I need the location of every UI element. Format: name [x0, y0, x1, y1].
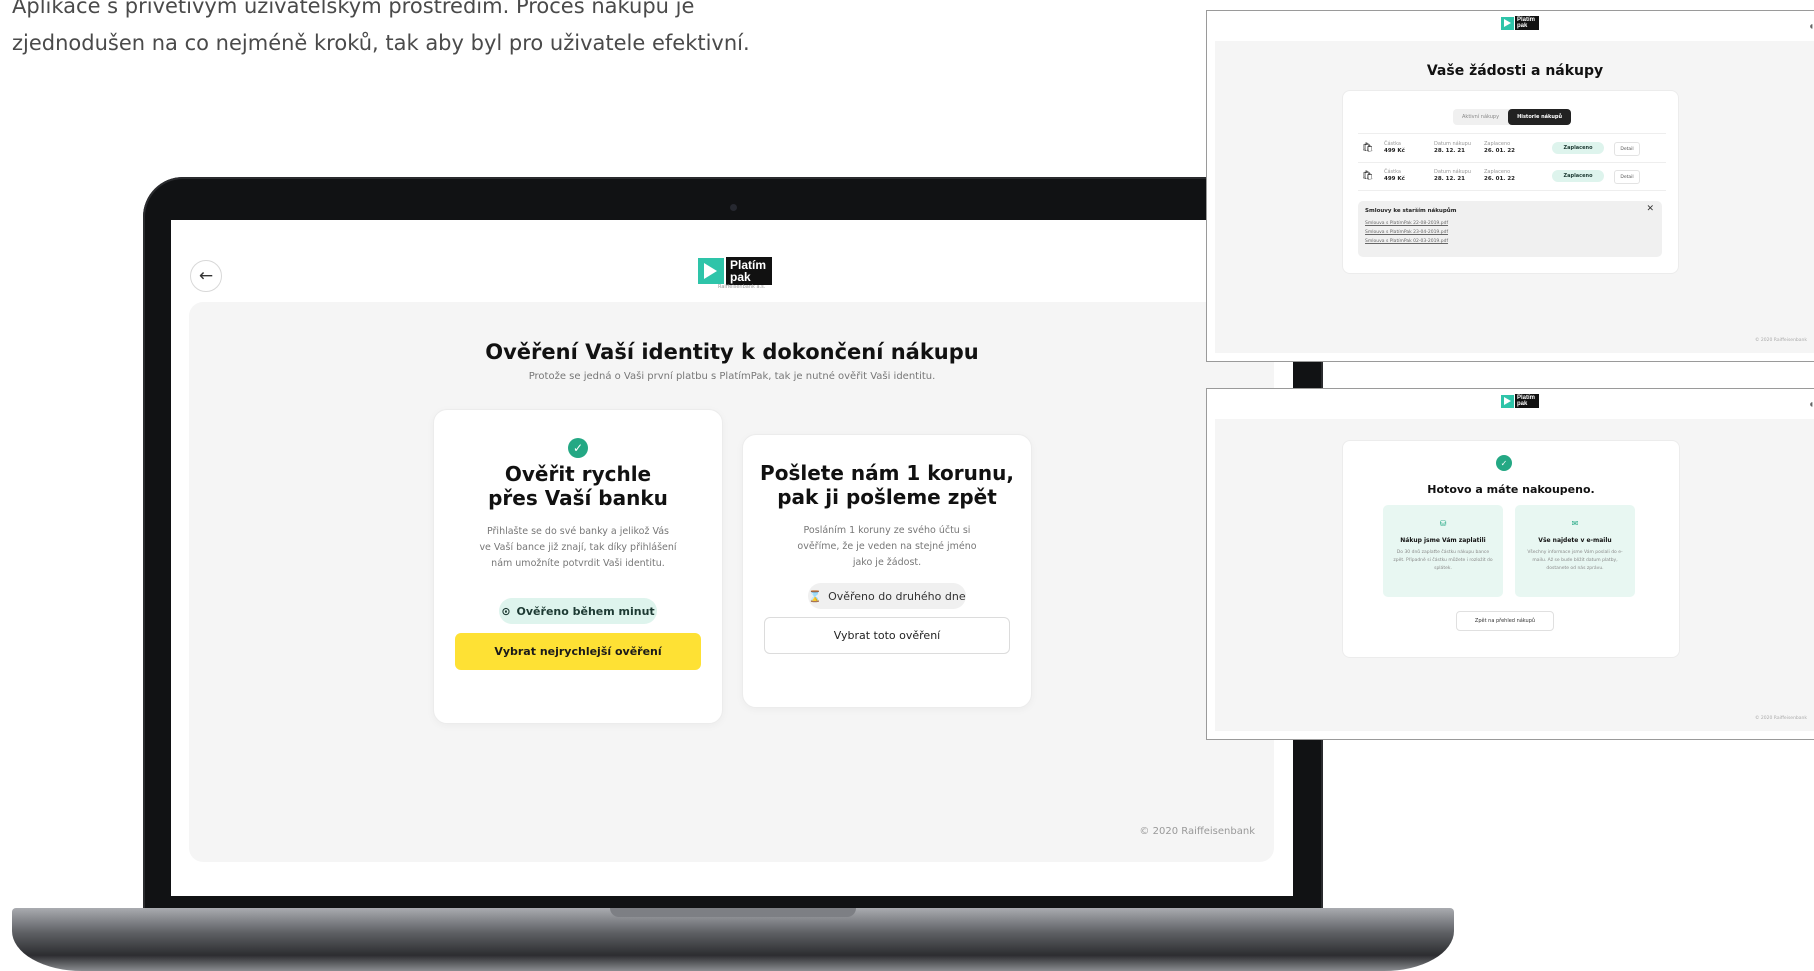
envelope-icon: ✉ — [1571, 519, 1579, 528]
tab-active-purchases[interactable]: Aktivní nákupy — [1453, 109, 1508, 125]
bank-verification-card[interactable]: ✓ Ověřit rychle přes Vaší banku Přihlašt… — [433, 409, 723, 724]
card-title-line-2: pak ji pošleme zpět — [777, 485, 997, 509]
paid-info-title: Nákup jsme Vám zaplatili — [1400, 537, 1486, 544]
menu-icon[interactable]: ◖ — [1810, 23, 1813, 30]
card-desc-line-3: jako je žádost. — [852, 557, 922, 568]
contract-link[interactable]: Smlouva s PlatímPak 22-08-2019.pdf — [1365, 221, 1448, 226]
content-panel — [189, 302, 1274, 862]
logo-line-2: pak — [730, 270, 751, 284]
speed-badge: ⊙ Ověřeno během minut — [499, 598, 657, 624]
copyright-footer: © 2020 Raiffeisenbank — [1754, 338, 1807, 343]
preview-background: Vaše žádosti a nákupy Aktivní nákupy His… — [1215, 41, 1814, 353]
contract-link[interactable]: Smlouva s PlatímPak 23-04-2019.pdf — [1365, 230, 1448, 235]
date-value: 28. 12. 21 — [1434, 148, 1465, 154]
contracts-title: Smlouvy ke starším nákupům — [1365, 208, 1457, 214]
logo-line-2: pak — [1517, 401, 1528, 407]
tab-purchase-history[interactable]: Historie nákupů — [1508, 109, 1572, 125]
email-info-card: ✉ Vše najdete v e-mailu Všechny informac… — [1515, 505, 1635, 597]
wallet-icon: ⛁ — [1439, 519, 1447, 528]
laptop-base-notch — [610, 908, 856, 917]
menu-icon[interactable]: ◖ — [1810, 401, 1813, 408]
date-label: Datum nákupu — [1434, 169, 1471, 175]
paid-value: 26. 01. 22 — [1484, 148, 1515, 154]
arrow-left-icon: ← — [198, 266, 214, 286]
clock-check-icon: ⊙ — [501, 604, 511, 618]
email-info-title: Vše najdete v e-mailu — [1538, 537, 1612, 544]
paid-label: Zaplaceno — [1484, 169, 1511, 175]
fastest-verification-button[interactable]: Vybrat nejrychlejší ověření — [455, 633, 701, 670]
platimpak-logo[interactable]: Platím pak — [698, 257, 772, 285]
purchase-row: 🛍 Částka 499 Kč Datum nákupu 28. 12. 21 Za… — [1358, 133, 1666, 163]
card-desc-line-3: nám umožníte potvrdit Vaši identitu. — [491, 558, 665, 569]
purchase-row: 🛍 Částka 499 Kč Datum nákupu 28. 12. 21 Za… — [1358, 162, 1666, 191]
check-circle-icon: ✓ — [568, 438, 588, 458]
page-title: Ověření Vaší identity k dokončení nákupu — [485, 340, 979, 364]
hourglass-icon: ⌛ — [808, 589, 823, 603]
logo-wordmark: Platím pak — [1515, 394, 1539, 408]
date-value: 28. 12. 21 — [1434, 176, 1465, 182]
older-contracts-box: Smlouvy ke starším nákupům ✕ Smlouva s P… — [1358, 201, 1662, 257]
platimpak-logo[interactable]: Platím pak — [1501, 394, 1539, 408]
logo-line-2: pak — [1517, 23, 1528, 29]
speed-badge-label: Ověřeno během minut — [516, 604, 655, 618]
play-icon — [1501, 394, 1514, 408]
coin-verification-card[interactable]: Pošlete nám 1 korunu, pak ji pošleme zpě… — [742, 434, 1032, 708]
done-title: Hotovo a máte nakoupeno. — [1427, 483, 1595, 496]
amount-label: Částka — [1384, 141, 1401, 147]
amount-label: Částka — [1384, 169, 1401, 175]
paid-label: Zaplaceno — [1484, 141, 1511, 147]
date-label: Datum nákupu — [1434, 141, 1471, 147]
play-icon — [1501, 16, 1514, 30]
paid-status-badge: Zaplaceno — [1552, 170, 1604, 182]
intro-line-1: Aplikace s přívětivým uživatelským prost… — [12, 0, 695, 18]
card-title-line-2: přes Vaší banku — [488, 486, 668, 510]
platimpak-logo[interactable]: Platím pak — [1501, 16, 1539, 30]
play-icon — [698, 258, 724, 284]
shopping-bag-icon: 🛍 — [1362, 171, 1374, 181]
select-this-verification-button[interactable]: Vybrat toto ověření — [764, 617, 1010, 654]
shopping-bag-icon: 🛍 — [1362, 143, 1374, 153]
time-badge: ⌛ Ověřeno do druhého dne — [808, 583, 966, 609]
amount-value: 499 Kč — [1384, 148, 1405, 154]
card-desc-line-1: Posláním 1 koruny ze svého účtu si — [803, 525, 971, 536]
laptop-base — [12, 908, 1454, 971]
paid-info-card: ⛁ Nákup jsme Vám zaplatili Do 30 dnů zap… — [1383, 505, 1503, 597]
history-card: Aktivní nákupy Historie nákupů 🛍 Částka 4… — [1342, 90, 1679, 274]
intro-line-2: zjednodušen na co nejméně kroků, tak aby… — [12, 31, 750, 55]
laptop-camera — [730, 204, 737, 211]
logo-wordmark: Platím pak — [1515, 16, 1539, 30]
time-badge-label: Ověřeno do druhého dne — [828, 589, 966, 603]
paid-value: 26. 01. 22 — [1484, 176, 1515, 182]
intro-text: Aplikace s přívětivým uživatelským prost… — [12, 0, 912, 62]
back-button[interactable]: ← — [190, 260, 222, 292]
amount-value: 499 Kč — [1384, 176, 1405, 182]
card-desc-line-2: ve Vaší bance již znají, tak díky přihlá… — [479, 542, 677, 553]
detail-button[interactable]: Detail — [1614, 142, 1640, 156]
card-desc-line-1: Přihlašte se do své banky a jelikož Vás — [486, 526, 670, 537]
paid-info-desc: Do 30 dnů zaplaťte částku nákupu bance z… — [1393, 550, 1493, 571]
contract-link[interactable]: Smlouva s PlatímPak 02-03-2019.pdf — [1365, 239, 1448, 244]
history-tabs: Aktivní nákupy Historie nákupů — [1453, 109, 1572, 125]
preview-background: ✓ Hotovo a máte nakoupeno. ⛁ Nákup jsme … — [1215, 419, 1814, 731]
logo-subtitle: Raiffeisenbank a.s. — [718, 284, 766, 290]
check-circle-icon: ✓ — [1496, 455, 1512, 471]
purchase-history-preview: Platím pak ◖ Vaše žádosti a nákupy Aktiv… — [1206, 10, 1814, 362]
card-desc-line-2: ověříme, že je veden na stejné jméno — [797, 541, 977, 552]
logo-wordmark: Platím pak — [726, 257, 772, 285]
copyright-footer: © 2020 Raiffeisenbank — [1139, 826, 1255, 837]
paid-status-badge: Zaplaceno — [1552, 142, 1604, 154]
back-to-purchases-button[interactable]: Zpět na přehled nákupů — [1456, 611, 1554, 631]
close-icon[interactable]: ✕ — [1646, 204, 1654, 214]
purchase-complete-preview: Platím pak ◖ ✓ Hotovo a máte nakoupeno. … — [1206, 388, 1814, 740]
done-card: ✓ Hotovo a máte nakoupeno. ⛁ Nákup jsme … — [1342, 440, 1680, 658]
laptop-screen: ← Platím pak Raiffeisenbank a.s. Ověření… — [171, 220, 1293, 896]
email-info-desc: Všechny informace jsme Vám poslali do e-… — [1527, 550, 1623, 571]
copyright-footer: © 2020 Raiffeisenbank — [1754, 716, 1807, 721]
page-subtitle: Protože se jedná o Vaši první platbu s P… — [528, 371, 936, 382]
detail-button[interactable]: Detail — [1614, 170, 1640, 184]
history-title: Vaše žádosti a nákupy — [1426, 63, 1604, 79]
